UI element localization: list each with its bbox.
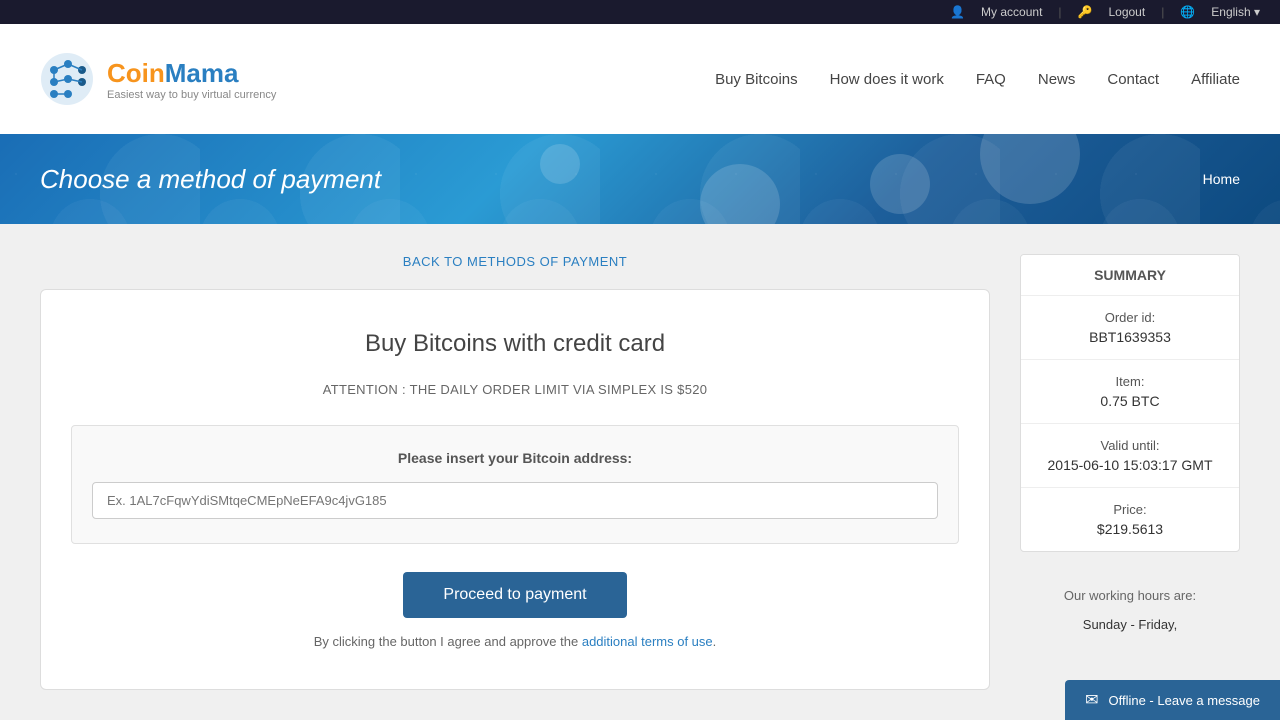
item-value: 0.75 BTC <box>1037 393 1223 409</box>
terms-agreement-text: By clicking the button I agree and appro… <box>71 634 959 649</box>
bitcoin-address-input[interactable] <box>92 482 938 519</box>
nav-affiliate[interactable]: Affiliate <box>1191 71 1240 88</box>
price-value: $219.5613 <box>1037 521 1223 537</box>
item-row: Item: 0.75 BTC <box>1021 360 1239 424</box>
site-header: CoinMama Easiest way to buy virtual curr… <box>0 24 1280 134</box>
attention-notice: ATTENTION : THE DAILY ORDER LIMIT VIA SI… <box>71 382 959 397</box>
additional-terms-link[interactable]: additional terms of use <box>582 634 713 649</box>
chat-widget-label: Offline - Leave a message <box>1108 693 1260 708</box>
working-hours-section: Our working hours are: Sunday - Friday, <box>1020 572 1240 649</box>
working-hours-label: Our working hours are: <box>1036 584 1224 607</box>
hero-banner: Choose a method of payment Home <box>0 134 1280 224</box>
item-label: Item: <box>1037 374 1223 389</box>
order-id-row: Order id: BBT1639353 <box>1021 296 1239 360</box>
language-icon: 🌐 <box>1180 5 1195 19</box>
chat-icon: ✉ <box>1085 690 1098 710</box>
account-icon: 👤 <box>950 5 965 19</box>
breadcrumb-home[interactable]: Home <box>1203 171 1240 187</box>
logo-tagline: Easiest way to buy virtual currency <box>107 89 276 101</box>
price-row: Price: $219.5613 <box>1021 488 1239 551</box>
brand-name: CoinMama <box>107 58 276 89</box>
left-section: BACK TO METHODS OF PAYMENT Buy Bitcoins … <box>40 254 990 690</box>
order-id-value: BBT1639353 <box>1037 329 1223 345</box>
nav-faq[interactable]: FAQ <box>976 71 1006 88</box>
valid-until-label: Valid until: <box>1037 438 1223 453</box>
nav-contact[interactable]: Contact <box>1107 71 1159 88</box>
working-hours-days: Sunday - Friday, <box>1036 613 1224 636</box>
summary-title: SUMMARY <box>1021 255 1239 296</box>
valid-until-value: 2015-06-10 15:03:17 GMT <box>1037 457 1223 473</box>
price-label: Price: <box>1037 502 1223 517</box>
separator-1: | <box>1058 5 1061 19</box>
page-title: Choose a method of payment <box>40 164 1203 195</box>
logo-text: CoinMama Easiest way to buy virtual curr… <box>107 58 276 101</box>
main-nav: Buy Bitcoins How does it work FAQ News C… <box>715 71 1240 88</box>
coinmama-logo-icon <box>40 52 95 107</box>
my-account-link[interactable]: My account <box>981 5 1042 19</box>
bitcoin-address-label: Please insert your Bitcoin address: <box>92 450 938 466</box>
separator-2: | <box>1161 5 1164 19</box>
card-title: Buy Bitcoins with credit card <box>71 330 959 358</box>
logout-icon: 🔑 <box>1078 5 1093 19</box>
nav-buy-bitcoins[interactable]: Buy Bitcoins <box>715 71 798 88</box>
nav-news[interactable]: News <box>1038 71 1076 88</box>
valid-until-row: Valid until: 2015-06-10 15:03:17 GMT <box>1021 424 1239 488</box>
language-selector[interactable]: English ▾ <box>1211 5 1260 19</box>
nav-how-it-works[interactable]: How does it work <box>830 71 944 88</box>
chat-widget[interactable]: ✉ Offline - Leave a message <box>1065 680 1280 720</box>
top-bar: 👤 My account | 🔑 Logout | 🌐 English ▾ <box>0 0 1280 24</box>
payment-card: Buy Bitcoins with credit card ATTENTION … <box>40 289 990 690</box>
logo-area: CoinMama Easiest way to buy virtual curr… <box>40 52 276 107</box>
summary-box: SUMMARY Order id: BBT1639353 Item: 0.75 … <box>1020 254 1240 552</box>
back-to-methods-link[interactable]: BACK TO METHODS OF PAYMENT <box>40 254 990 269</box>
proceed-to-payment-button[interactable]: Proceed to payment <box>403 572 626 618</box>
right-section: SUMMARY Order id: BBT1639353 Item: 0.75 … <box>1020 254 1240 690</box>
logout-link[interactable]: Logout <box>1108 5 1145 19</box>
main-content: BACK TO METHODS OF PAYMENT Buy Bitcoins … <box>0 224 1280 720</box>
bitcoin-address-section: Please insert your Bitcoin address: <box>71 425 959 544</box>
order-id-label: Order id: <box>1037 310 1223 325</box>
